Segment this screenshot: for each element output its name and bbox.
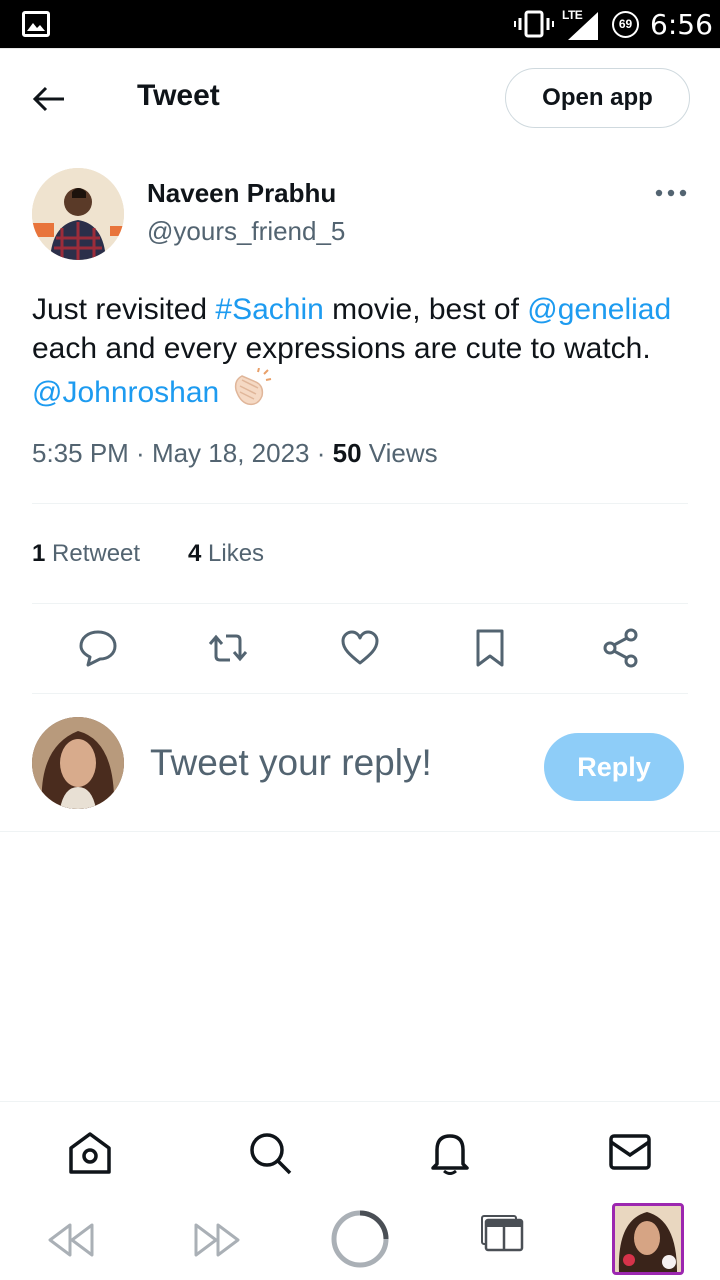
reply-button[interactable]: Reply <box>544 733 684 801</box>
tweet-text: Just revisited #Sachin movie, best of @g… <box>32 290 692 412</box>
clock: 6:56 <box>650 8 713 41</box>
retweets-label: Retweet <box>52 540 141 567</box>
reply-input[interactable]: Tweet your reply! <box>150 742 432 784</box>
reply-icon[interactable] <box>78 628 118 668</box>
gallery-notification-icon <box>22 11 50 37</box>
author-handle[interactable]: @yours_friend_5 <box>147 216 345 247</box>
more-options-icon[interactable] <box>654 184 688 202</box>
tweet-time: 5:35 PM <box>32 438 129 468</box>
author-avatar[interactable] <box>32 168 124 260</box>
tweet-stats: 1 Retweet 4 Likes <box>32 540 264 568</box>
profile-thumbnail[interactable] <box>612 1203 684 1275</box>
tabs-icon[interactable] <box>480 1214 526 1254</box>
home-icon[interactable] <box>67 1130 113 1176</box>
back-navigation-icon[interactable] <box>46 1222 96 1258</box>
share-icon[interactable] <box>601 628 641 668</box>
tweet-meta: 5:35 PM · May 18, 2023 · 50 Views <box>32 438 438 468</box>
open-app-button[interactable]: Open app <box>505 68 690 128</box>
tweet-text-part: Just revisited <box>32 293 216 326</box>
retweet-icon[interactable] <box>208 628 248 668</box>
reload-icon[interactable] <box>330 1209 390 1269</box>
like-icon[interactable] <box>340 628 380 668</box>
hashtag-link[interactable]: #Sachin <box>215 293 323 326</box>
tweet-text-part: each and every expressions are cute to w… <box>32 332 651 365</box>
clapping-hands-emoji-icon <box>234 368 271 406</box>
likes-stat[interactable]: 4 Likes <box>188 540 264 568</box>
back-arrow-icon[interactable] <box>30 79 70 119</box>
battery-icon: 69 <box>612 11 639 38</box>
tweet-text-part: movie, best of <box>323 293 528 326</box>
vibrate-icon <box>514 10 554 38</box>
status-bar: LTE 69 6:56 <box>0 0 720 48</box>
likes-count: 4 <box>188 540 202 567</box>
header: Tweet Open app <box>0 48 720 146</box>
messages-icon[interactable] <box>607 1130 653 1176</box>
mention-link[interactable]: @geneliad <box>527 293 671 326</box>
bookmark-icon[interactable] <box>470 628 510 668</box>
search-icon[interactable] <box>247 1130 293 1176</box>
views-label: Views <box>368 438 438 468</box>
divider <box>0 1101 720 1102</box>
divider <box>32 503 688 504</box>
divider <box>32 603 688 604</box>
retweets-count: 1 <box>32 540 46 567</box>
notifications-icon[interactable] <box>427 1130 473 1176</box>
views-count: 50 <box>332 438 362 468</box>
page-title: Tweet <box>137 79 220 112</box>
author-name[interactable]: Naveen Prabhu <box>147 178 336 209</box>
likes-label: Likes <box>208 540 265 567</box>
forward-navigation-icon[interactable] <box>192 1222 242 1258</box>
retweets-stat[interactable]: 1 Retweet <box>32 540 140 567</box>
tweet-date: May 18, 2023 <box>151 438 310 468</box>
user-avatar[interactable] <box>32 717 124 809</box>
divider <box>32 693 688 694</box>
mention-link[interactable]: @Johnroshan <box>32 376 219 409</box>
divider <box>0 831 720 832</box>
signal-icon <box>568 12 598 40</box>
